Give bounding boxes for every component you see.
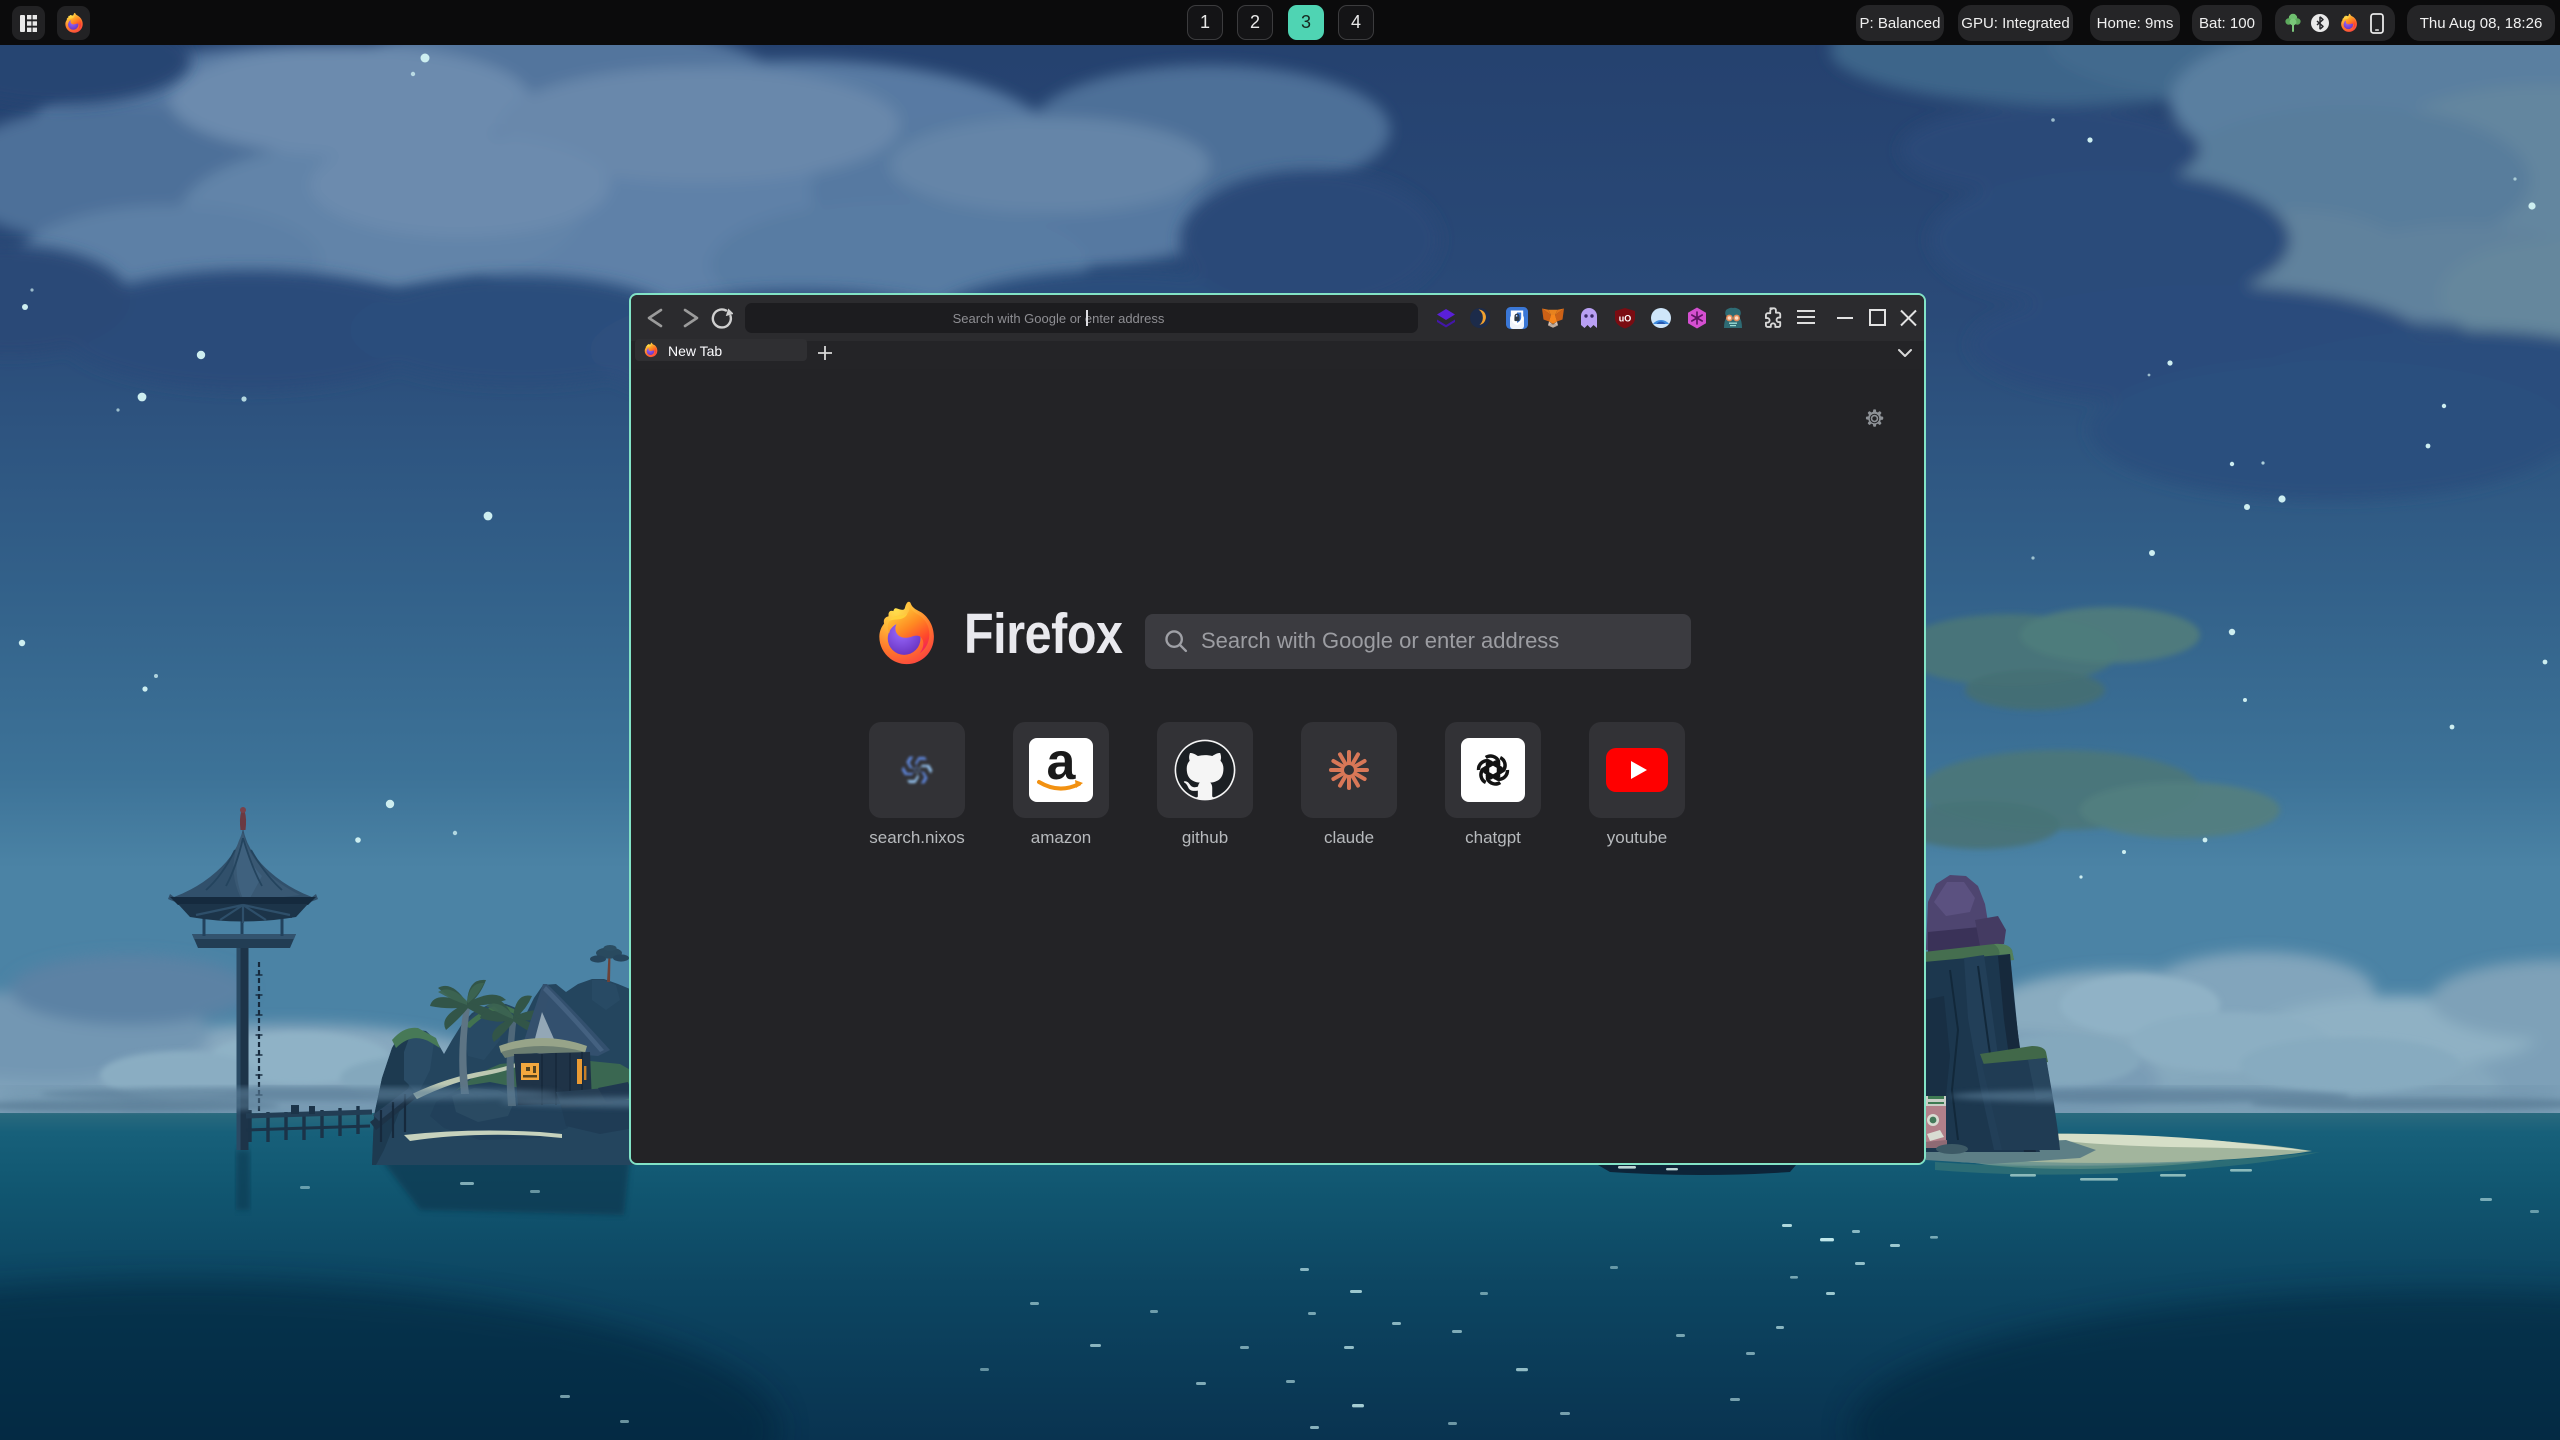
svg-text:uO: uO xyxy=(1619,314,1632,324)
